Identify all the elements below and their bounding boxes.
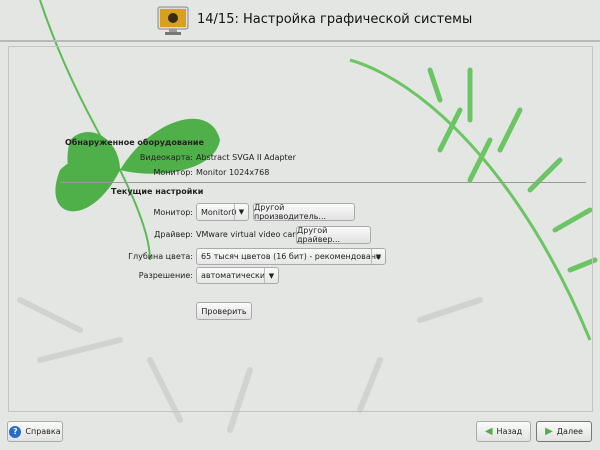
page-title: 14/15: Настройка графической системы xyxy=(197,12,473,27)
help-label: Справка xyxy=(25,427,61,436)
chevron-down-icon: ▼ xyxy=(371,249,385,264)
detected-hardware-heading: Обнаруженное оборудование xyxy=(65,138,204,147)
detected-monitor-value: Monitor 1024x768 xyxy=(196,168,270,177)
chevron-down-icon: ▼ xyxy=(234,204,248,220)
back-button[interactable]: ◀ Назад xyxy=(476,421,531,442)
monitor-label: Монитор: xyxy=(153,208,193,217)
other-driver-button[interactable]: Другой драйвер... xyxy=(296,226,371,244)
monitor-select[interactable]: Monitor0 ▼ xyxy=(196,203,249,221)
monitor-select-value: Monitor0 xyxy=(201,207,237,217)
detected-monitor-label: Монитор: xyxy=(153,168,193,177)
videocard-label: Видеокарта: xyxy=(139,153,193,162)
next-label: Далее xyxy=(556,427,583,436)
current-settings-heading: Текущие настройки xyxy=(111,187,204,196)
help-icon: ? xyxy=(9,425,22,438)
color-depth-label: Глубина цвета: xyxy=(128,252,193,261)
back-label: Назад xyxy=(496,427,523,436)
driver-label: Драйвер: xyxy=(154,230,193,239)
resolution-select[interactable]: автоматически ▼ xyxy=(196,267,279,284)
resolution-value: автоматически xyxy=(201,271,266,280)
color-depth-value: 65 тысяч цветов (16 бит) - рекомендовано xyxy=(201,252,381,261)
chevron-down-icon: ▼ xyxy=(264,268,278,283)
other-manufacturer-button[interactable]: Другой производитель... xyxy=(253,203,355,221)
header: 14/15: Настройка графической системы xyxy=(0,0,600,42)
monitor-icon xyxy=(157,6,189,35)
resolution-label: Разрешение: xyxy=(138,271,193,280)
arrow-right-icon: ▶ xyxy=(545,426,553,437)
test-button[interactable]: Проверить xyxy=(196,302,252,320)
driver-value: VMware virtual video card xyxy=(196,230,301,239)
next-button[interactable]: ▶ Далее xyxy=(536,421,592,442)
arrow-left-icon: ◀ xyxy=(484,426,493,437)
color-depth-select[interactable]: 65 тысяч цветов (16 бит) - рекомендовано… xyxy=(196,248,386,265)
videocard-value: Abstract SVGA II Adapter xyxy=(196,153,296,162)
divider xyxy=(60,182,586,183)
help-button[interactable]: ? Справка xyxy=(7,421,63,442)
